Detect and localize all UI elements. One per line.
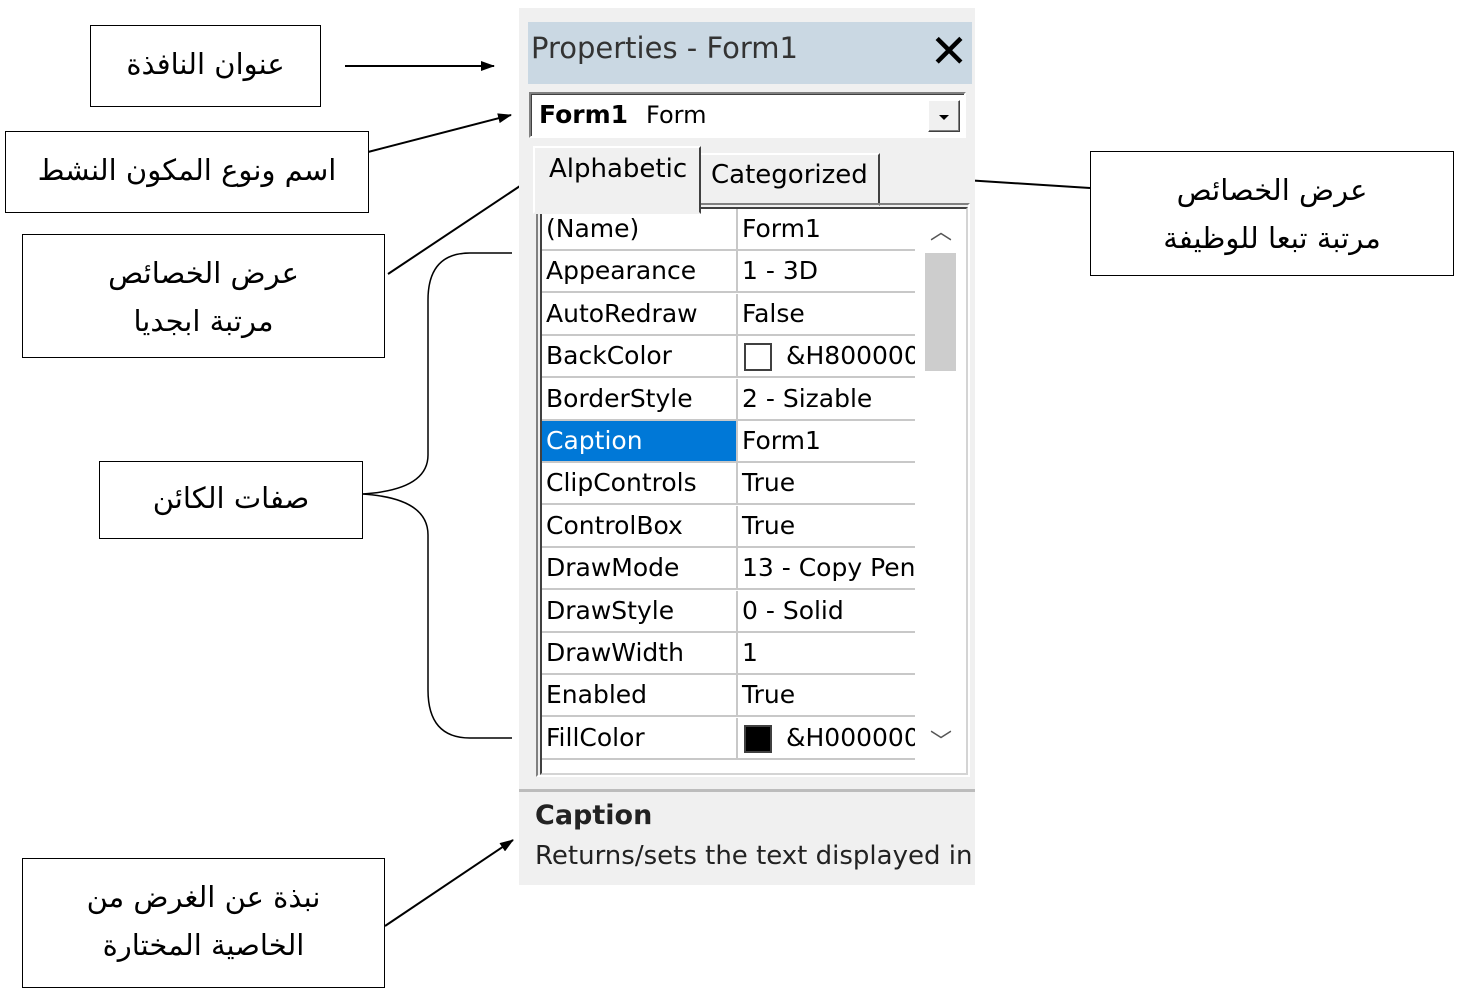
scrollbar[interactable]: ︿ ﹀: [915, 209, 966, 773]
property-row[interactable]: DrawMode 13 - Copy Pen: [542, 548, 919, 591]
description-divider: [519, 789, 975, 792]
property-value[interactable]: 2 - Sizable: [738, 379, 919, 421]
property-name[interactable]: Appearance: [542, 251, 738, 294]
annotation-alphabetic: عرض الخصائص مرتبة ابجديا: [22, 234, 385, 358]
property-row[interactable]: Caption Form1: [542, 421, 919, 463]
annotation-object-attributes: صفات الكائن: [99, 461, 363, 539]
property-value[interactable]: True: [738, 506, 919, 548]
color-swatch: [744, 724, 772, 753]
property-row[interactable]: BackColor &H800000: [542, 336, 919, 379]
tab-categorized[interactable]: Categorized: [699, 153, 880, 206]
property-row[interactable]: ClipControls True: [542, 463, 919, 506]
object-selector[interactable]: Form1 Form: [529, 92, 966, 138]
chevron-down-icon[interactable]: [928, 100, 960, 132]
window-title: Properties - Form1: [531, 31, 798, 65]
property-row[interactable]: DrawWidth 1: [542, 633, 919, 675]
property-row[interactable]: ControlBox True: [542, 505, 919, 548]
property-value[interactable]: Form1: [738, 209, 919, 251]
property-value[interactable]: False: [738, 294, 919, 336]
property-row[interactable]: Appearance 1 - 3D: [542, 251, 919, 294]
tab-alphabetic[interactable]: Alphabetic: [533, 146, 702, 214]
annotation-component-name: اسم ونوع المكون النشط: [5, 131, 369, 213]
scroll-down-icon[interactable]: ﹀: [927, 729, 955, 757]
property-row[interactable]: DrawStyle 0 - Solid: [542, 590, 919, 633]
property-name[interactable]: BackColor: [542, 336, 738, 379]
property-row[interactable]: FillColor &H000000: [542, 717, 919, 760]
arrow-alphabetic-tab: [387, 175, 536, 275]
property-name[interactable]: Enabled: [542, 675, 738, 718]
annotation-description: نبذة عن الغرض من الخاصية المختارة: [22, 858, 385, 988]
scroll-up-icon[interactable]: ︿: [927, 219, 955, 247]
close-icon[interactable]: ✕: [927, 25, 971, 77]
object-type: Form: [646, 101, 707, 129]
object-name: Form1: [539, 100, 629, 129]
property-value[interactable]: Form1: [738, 421, 919, 463]
description-title: Caption: [535, 800, 653, 831]
property-row[interactable]: BorderStyle 2 - Sizable: [542, 378, 919, 421]
property-value[interactable]: 0 - Solid: [738, 591, 919, 633]
title-bar[interactable]: Properties - Form1 ✕: [528, 22, 972, 84]
property-name[interactable]: BorderStyle: [542, 378, 738, 421]
property-name[interactable]: DrawWidth: [542, 633, 738, 675]
arrow-description: [384, 839, 514, 927]
property-value[interactable]: &H800000: [738, 336, 919, 379]
property-name[interactable]: ClipControls: [542, 463, 738, 506]
property-grid: (Name) Form1 Appearance 1 - 3D AutoRedraw Fal…: [536, 203, 970, 777]
annotation-window-title: عنوان النافذة: [90, 25, 321, 107]
property-value[interactable]: 1 - 3D: [738, 251, 919, 294]
property-value[interactable]: 13 - Copy Pen: [738, 548, 919, 591]
property-row[interactable]: Enabled True: [542, 675, 919, 718]
arrow-component-name: [367, 113, 512, 153]
color-swatch: [744, 343, 772, 372]
property-name[interactable]: AutoRedraw: [542, 293, 738, 336]
property-name[interactable]: DrawMode: [542, 548, 738, 591]
properties-window: Properties - Form1 ✕ Form1 Form Alphabet…: [519, 8, 975, 885]
property-row[interactable]: AutoRedraw False: [542, 293, 919, 336]
property-value[interactable]: True: [738, 463, 919, 506]
property-name[interactable]: ControlBox: [542, 505, 738, 548]
property-value[interactable]: True: [738, 675, 919, 718]
property-value-text: &H800000: [786, 341, 919, 371]
property-row[interactable]: (Name) Form1: [542, 209, 919, 251]
description-text: Returns/sets the text displayed in: [535, 841, 973, 871]
annotation-categorized: عرض الخصائص مرتبة تبعا للوظيفة: [1090, 151, 1454, 276]
property-value[interactable]: &H000000: [738, 718, 919, 760]
property-value-text: &H000000: [786, 722, 919, 752]
property-name[interactable]: Caption: [542, 421, 738, 463]
property-value[interactable]: 1: [738, 633, 919, 675]
property-name[interactable]: FillColor: [542, 717, 738, 760]
property-name[interactable]: (Name): [542, 209, 738, 251]
scroll-thumb[interactable]: [925, 253, 956, 371]
property-name[interactable]: DrawStyle: [542, 590, 738, 633]
